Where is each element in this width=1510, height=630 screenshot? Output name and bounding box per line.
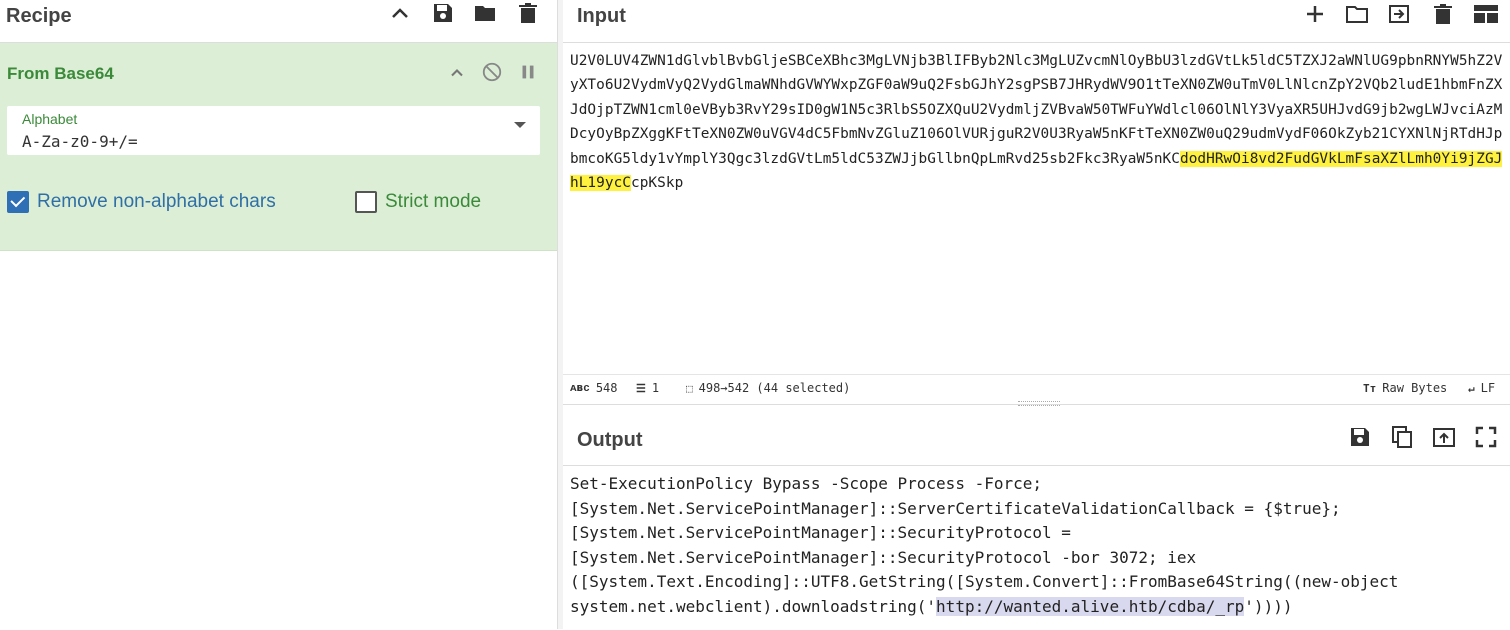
output-text-after: ')))) — [1244, 596, 1293, 616]
encoding-value: Raw Bytes — [1382, 381, 1448, 395]
chevron-down-icon[interactable] — [514, 122, 526, 128]
selection-value: 498→542 (44 selected) — [698, 381, 851, 395]
lines-stat: ☰ 1 — [636, 381, 659, 395]
input-text-before: U2V0LUV4ZWN1dGlvblBvbGljeSBCeXBhc3MgLVNj… — [570, 53, 1503, 167]
input-textarea[interactable]: U2V0LUV4ZWN1dGlvblBvbGljeSBCeXBhc3MgLVNj… — [570, 49, 1506, 195]
operation-title: From Base64 — [7, 64, 114, 83]
recipe-panel: Recipe From Base64 Alphabet A-Za-z0-9+/=… — [0, 0, 558, 629]
text-encoding-icon: Tт — [1363, 381, 1377, 395]
alphabet-value: A-Za-z0-9+/= — [22, 132, 138, 151]
save-output-icon[interactable] — [1348, 425, 1372, 449]
selection-icon: ⬚ — [686, 381, 693, 395]
output-text-before: Set-ExecutionPolicy Bypass -Scope Proces… — [570, 474, 1399, 616]
clear-recipe-icon[interactable] — [516, 1, 540, 25]
copy-output-icon[interactable] — [1390, 425, 1414, 449]
remove-non-alphabet-checkbox[interactable]: Remove non-alphabet chars — [7, 191, 276, 213]
collapse-icon[interactable] — [388, 2, 412, 26]
eol-icon: ↵ — [1468, 381, 1475, 395]
strict-mode-checkbox[interactable]: Strict mode — [355, 191, 481, 213]
recipe-header: Recipe — [0, 0, 557, 43]
output-panel: Output Set-ExecutionPolicy Bypass -Scope… — [563, 401, 1510, 630]
add-tab-icon[interactable] — [1303, 2, 1327, 26]
lines-value: 1 — [651, 381, 660, 395]
collapse-operation-icon[interactable] — [447, 63, 467, 83]
output-header: Output — [563, 405, 1510, 466]
replace-input-icon[interactable] — [1432, 425, 1456, 449]
output-textarea[interactable]: Set-ExecutionPolicy Bypass -Scope Proces… — [570, 472, 1506, 620]
maximise-output-icon[interactable] — [1474, 425, 1498, 449]
input-header: Input — [563, 0, 1510, 43]
pause-operation-icon[interactable] — [517, 61, 539, 83]
clear-input-icon[interactable] — [1431, 2, 1455, 26]
open-folder-icon[interactable] — [1345, 2, 1369, 26]
recipe-title: Recipe — [6, 5, 72, 27]
output-title: Output — [577, 429, 643, 451]
eol-stat[interactable]: ↵ LF — [1468, 381, 1495, 395]
open-file-icon[interactable] — [1387, 2, 1411, 26]
length-value: 548 — [595, 381, 618, 395]
input-panel: Input U2V0LUV4ZWN1dGlvblBvbGljeSBCeXBhc3… — [563, 0, 1510, 400]
checkbox-checked-icon[interactable] — [7, 191, 29, 213]
input-status-bar: ᴀʙᴄ 548 ☰ 1 ⬚ 498→542 (44 selected) Tт R… — [563, 374, 1510, 401]
strict-mode-label: Strict mode — [385, 191, 482, 212]
output-toolbar — [1348, 425, 1498, 449]
lines-icon: ☰ — [636, 381, 646, 395]
alphabet-select[interactable]: Alphabet A-Za-z0-9+/= — [7, 106, 540, 155]
operation-controls — [447, 61, 539, 83]
length-icon: ᴀʙᴄ — [570, 381, 590, 394]
encoding-stat[interactable]: Tт Raw Bytes — [1363, 381, 1447, 395]
input-title: Input — [577, 5, 626, 27]
input-text-after: cpKSkp — [631, 175, 684, 192]
output-text-selection: http://wanted.alive.htb/cdba/_rp — [936, 596, 1245, 616]
save-recipe-icon[interactable] — [431, 1, 455, 25]
selection-stat: ⬚ 498→542 (44 selected) — [686, 381, 850, 395]
eol-value: LF — [1480, 381, 1496, 395]
disable-operation-icon[interactable] — [481, 61, 503, 83]
operation-from-base64[interactable]: From Base64 Alphabet A-Za-z0-9+/= Remove… — [0, 43, 557, 251]
checkbox-unchecked-icon[interactable] — [355, 191, 377, 213]
alphabet-label: Alphabet — [22, 111, 78, 127]
remove-non-alphabet-label: Remove non-alphabet chars — [37, 191, 276, 212]
load-recipe-icon[interactable] — [473, 1, 497, 25]
length-stat: ᴀʙᴄ 548 — [570, 381, 618, 395]
layout-icon[interactable] — [1473, 2, 1499, 26]
